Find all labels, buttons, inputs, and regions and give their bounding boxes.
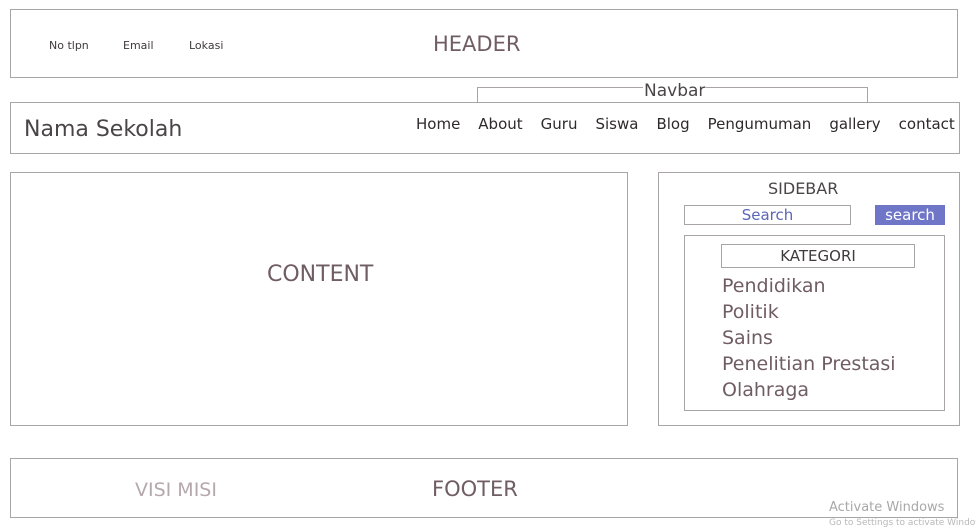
search-input[interactable] <box>684 205 851 225</box>
location-text: Lokasi <box>189 39 224 52</box>
kategori-item-penelitian-prestasi[interactable]: Penelitian Prestasi <box>722 351 896 377</box>
nav-item-about[interactable]: About <box>478 115 522 133</box>
sidebar: SIDEBAR search KATEGORI Pendidikan Polit… <box>658 172 960 426</box>
kategori-list: Pendidikan Politik Sains Penelitian Pres… <box>722 273 896 403</box>
email-text: Email <box>123 39 154 52</box>
phone-text: No tlpn <box>49 39 89 52</box>
navbar-label-frame: Navbar <box>477 81 868 103</box>
kategori-item-pendidikan[interactable]: Pendidikan <box>722 273 896 299</box>
navbar-label: Navbar <box>643 81 707 101</box>
content-title: CONTENT <box>267 262 374 287</box>
content-section: CONTENT <box>10 172 628 426</box>
activate-windows-watermark: Activate Windows <box>829 500 945 515</box>
kategori-title: KATEGORI <box>721 244 915 268</box>
header-section: No tlpn Email Lokasi HEADER <box>10 9 958 78</box>
nav-item-guru[interactable]: Guru <box>541 115 578 133</box>
sidebar-title: SIDEBAR <box>768 179 839 198</box>
footer-section: VISI MISI FOOTER <box>10 458 958 518</box>
nav-item-gallery[interactable]: gallery <box>829 115 880 133</box>
search-button[interactable]: search <box>875 205 945 225</box>
header-title: HEADER <box>433 32 521 56</box>
kategori-item-politik[interactable]: Politik <box>722 299 896 325</box>
visi-misi-link[interactable]: VISI MISI <box>135 479 217 501</box>
nav-menu: Home About Guru Siswa Blog Pengumuman ga… <box>416 115 955 133</box>
kategori-panel: KATEGORI Pendidikan Politik Sains Peneli… <box>684 235 945 411</box>
nav-item-pengumuman[interactable]: Pengumuman <box>708 115 812 133</box>
school-name[interactable]: Nama Sekolah <box>24 117 182 142</box>
kategori-item-olahraga[interactable]: Olahraga <box>722 377 896 403</box>
nav-item-blog[interactable]: Blog <box>656 115 689 133</box>
nav-item-contact[interactable]: contact <box>899 115 955 133</box>
footer-title: FOOTER <box>432 477 518 501</box>
kategori-item-sains[interactable]: Sains <box>722 325 896 351</box>
navbar: Nama Sekolah Home About Guru Siswa Blog … <box>10 102 960 154</box>
nav-item-home[interactable]: Home <box>416 115 460 133</box>
nav-item-siswa[interactable]: Siswa <box>595 115 638 133</box>
